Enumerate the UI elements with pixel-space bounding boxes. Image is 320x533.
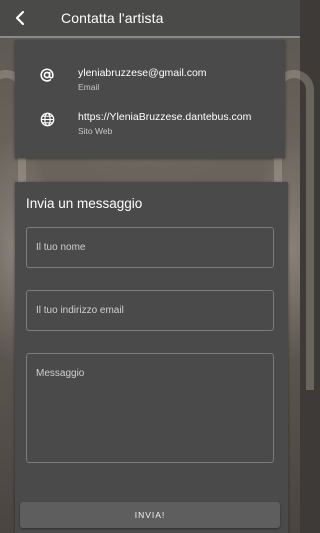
page-title: Contatta l'artista <box>61 10 164 26</box>
contact-email-row[interactable]: yleniabruzzese@gmail.com Email <box>15 62 285 102</box>
contact-info-card: yleniabruzzese@gmail.com Email https://Y… <box>15 40 285 158</box>
at-icon <box>38 66 56 84</box>
back-button[interactable] <box>0 0 40 37</box>
form-heading: Invia un messaggio <box>26 196 143 211</box>
top-app-bar: Contatta l'artista <box>0 0 300 38</box>
chevron-left-icon <box>15 10 25 26</box>
message-textarea[interactable] <box>26 353 274 463</box>
message-form-card: Invia un messaggio <box>15 182 288 533</box>
globe-icon <box>38 110 56 128</box>
contact-website-row[interactable]: https://YleniaBruzzese.dantebus.com Sito… <box>15 106 285 146</box>
contact-website-label: Sito Web <box>78 126 113 136</box>
submit-button[interactable]: INVIA! <box>20 502 280 528</box>
email-input[interactable] <box>26 290 274 331</box>
contact-website-value: https://YleniaBruzzese.dantebus.com <box>78 111 252 123</box>
contact-email-value: yleniabruzzese@gmail.com <box>78 67 207 79</box>
contact-email-label: Email <box>78 82 100 92</box>
name-input[interactable] <box>26 227 274 268</box>
